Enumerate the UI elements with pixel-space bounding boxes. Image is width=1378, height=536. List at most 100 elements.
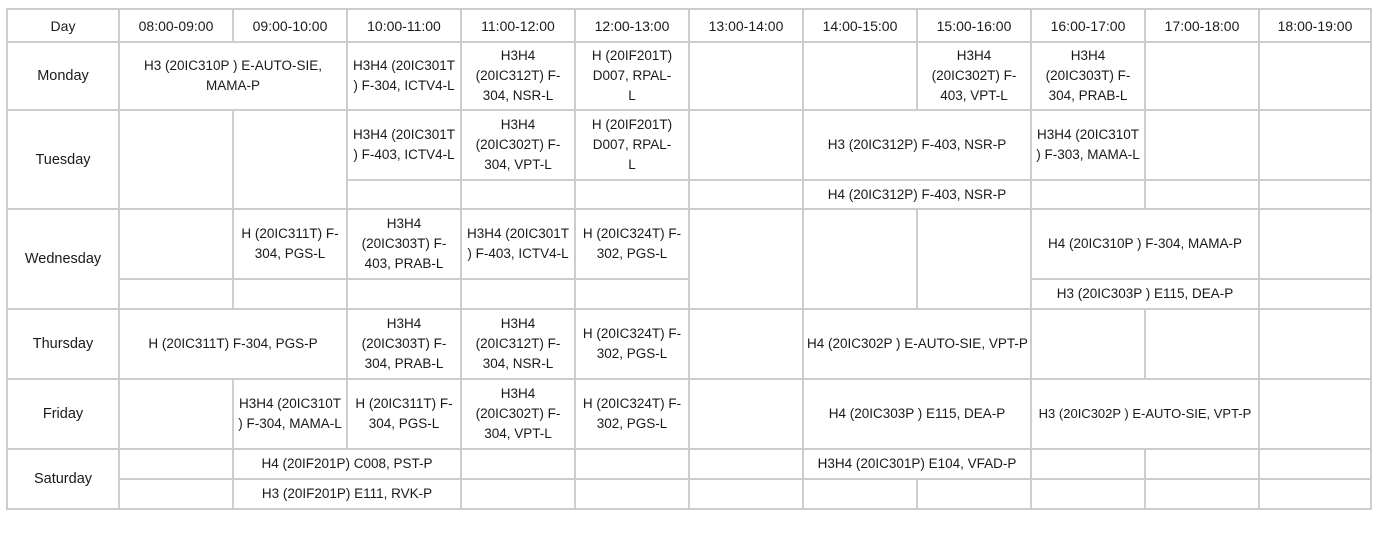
empty-cell: [1030, 179, 1146, 210]
saturday-row-2: H3 (20IF201P) E111, RVK-P: [7, 478, 1372, 510]
monday-row: Monday H3 (20IC310P ) E-AUTO-SIE, MAMA-P…: [6, 41, 1372, 111]
class-entry: H3H4 (20IC312T) F-304, NSR-L: [460, 41, 576, 111]
class-entry: H (20IC311T) F-304, PGS-P: [118, 308, 348, 380]
empty-cell: [346, 278, 462, 310]
empty-cell: [802, 208, 918, 310]
empty-cell: [460, 478, 576, 510]
class-entry: H3H4 (20IC310T ) F-303, MAMA-L: [1030, 109, 1146, 181]
day-label-tuesday: Tuesday: [6, 109, 120, 210]
empty-cell: [1258, 478, 1372, 510]
day-label-thursday: Thursday: [6, 308, 120, 380]
friday-row: Friday H3H4 (20IC310T ) F-304, MAMA-L H …: [6, 378, 1372, 450]
empty-cell: [1144, 478, 1260, 510]
class-entry: H (20IC311T) F-304, PGS-L: [346, 378, 462, 450]
class-entry: H (20IC311T) F-304, PGS-L: [232, 208, 348, 280]
wednesday-row: Wednesday H (20IC311T) F-304, PGS-L H3H4…: [6, 208, 1372, 310]
class-entry: H3 (20IC302P ) E-AUTO-SIE, VPT-P: [1030, 378, 1260, 450]
empty-cell: [1258, 109, 1372, 181]
empty-cell: [1258, 308, 1372, 380]
class-entry: H4 (20IC302P ) E-AUTO-SIE, VPT-P: [802, 308, 1032, 380]
class-entry: H3 (20IC303P ) E115, DEA-P: [1030, 278, 1260, 310]
empty-cell: [688, 478, 804, 510]
empty-cell: [1144, 448, 1260, 480]
empty-cell: [1030, 478, 1146, 510]
empty-cell: [688, 448, 804, 480]
tuesday-row: Tuesday H3H4 (20IC301T ) F-403, ICTV4-L …: [6, 109, 1372, 210]
slot-header: 13:00-14:00: [688, 8, 804, 43]
class-entry: H3 (20IC312P) F-403, NSR-P: [802, 109, 1032, 181]
class-entry: H4 (20IC303P ) E115, DEA-P: [802, 378, 1032, 450]
empty-cell: [118, 109, 234, 210]
empty-cell: [232, 278, 348, 310]
class-entry: H4 (20IC312P) F-403, NSR-P: [802, 179, 1032, 210]
slot-header: 09:00-10:00: [232, 8, 348, 43]
empty-cell: [574, 448, 690, 480]
day-label-saturday: Saturday: [6, 448, 120, 510]
thursday-row: Thursday H (20IC311T) F-304, PGS-P H3H4 …: [6, 308, 1372, 380]
empty-cell: [1030, 308, 1146, 380]
empty-cell: [460, 278, 576, 310]
slot-header: 11:00-12:00: [460, 8, 576, 43]
class-entry: H3H4 (20IC303T) F-304, PRAB-L: [346, 308, 462, 380]
slot-header: 17:00-18:00: [1144, 8, 1260, 43]
empty-cell: [346, 179, 462, 210]
slot-header: 08:00-09:00: [118, 8, 234, 43]
slot-header: 10:00-11:00: [346, 8, 462, 43]
class-entry: H3H4 (20IC301P) E104, VFAD-P: [802, 448, 1032, 480]
class-entry: H3H4 (20IC310T ) F-304, MAMA-L: [232, 378, 348, 450]
empty-cell: [118, 448, 234, 480]
saturday-row: Saturday H4 (20IF201P) C008, PST-P H3H4 …: [6, 448, 1372, 510]
empty-cell: [1144, 109, 1260, 181]
class-entry: H4 (20IF201P) C008, PST-P: [232, 448, 462, 480]
header-row: Day 08:00-09:00 09:00-10:00 10:00-11:00 …: [6, 8, 1372, 43]
empty-cell: [460, 448, 576, 480]
class-entry: H (20IF201T) D007, RPAL-L: [574, 109, 690, 181]
empty-cell: [1258, 278, 1372, 310]
empty-cell: [574, 278, 690, 310]
empty-cell: [1144, 308, 1260, 380]
empty-cell: [1144, 41, 1260, 111]
class-entry: H3H4 (20IC303T) F-304, PRAB-L: [1030, 41, 1146, 111]
class-entry: H (20IF201T) D007, RPAL-L: [574, 41, 690, 111]
empty-cell: [1258, 179, 1372, 210]
empty-cell: [688, 308, 804, 380]
empty-cell: [916, 208, 1032, 310]
empty-cell: [1030, 448, 1146, 480]
empty-cell: [1258, 208, 1372, 280]
day-label-friday: Friday: [6, 378, 120, 450]
empty-cell: [1258, 378, 1372, 450]
empty-cell: [118, 378, 234, 450]
slot-header: 15:00-16:00: [916, 8, 1032, 43]
class-entry: H3H4 (20IC301T ) F-403, ICTV4-L: [460, 208, 576, 280]
class-entry: H3H4 (20IC302T) F-304, VPT-L: [460, 109, 576, 181]
class-entry: H3 (20IF201P) E111, RVK-P: [232, 478, 462, 510]
empty-cell: [916, 478, 1032, 510]
class-entry: H3 (20IC310P ) E-AUTO-SIE, MAMA-P: [118, 41, 348, 111]
slot-header: 14:00-15:00: [802, 8, 918, 43]
empty-cell: [1258, 41, 1372, 111]
slot-header: 18:00-19:00: [1258, 8, 1372, 43]
empty-cell: [688, 41, 804, 111]
empty-cell: [1144, 179, 1260, 210]
class-entry: H3H4 (20IC302T) F-304, VPT-L: [460, 378, 576, 450]
class-entry: H4 (20IC310P ) F-304, MAMA-P: [1030, 208, 1260, 280]
empty-cell: [802, 41, 918, 111]
empty-cell: [232, 109, 348, 210]
day-label-monday: Monday: [6, 41, 120, 111]
class-entry: H3H4 (20IC301T ) F-403, ICTV4-L: [346, 109, 462, 181]
day-label-wednesday: Wednesday: [6, 208, 120, 310]
class-entry: H3H4 (20IC312T) F-304, NSR-L: [460, 308, 576, 380]
class-entry: H (20IC324T) F-302, PGS-L: [574, 208, 690, 280]
empty-cell: [460, 179, 576, 210]
empty-cell: [118, 208, 234, 280]
empty-cell: [118, 478, 234, 510]
timetable: Day 08:00-09:00 09:00-10:00 10:00-11:00 …: [6, 8, 1372, 510]
empty-cell: [688, 109, 804, 181]
day-header: Day: [6, 8, 120, 43]
empty-cell: [688, 208, 804, 310]
empty-cell: [574, 478, 690, 510]
empty-cell: [802, 478, 918, 510]
class-entry: H3H4 (20IC302T) F-403, VPT-L: [916, 41, 1032, 111]
slot-header: 12:00-13:00: [574, 8, 690, 43]
empty-cell: [118, 278, 234, 310]
